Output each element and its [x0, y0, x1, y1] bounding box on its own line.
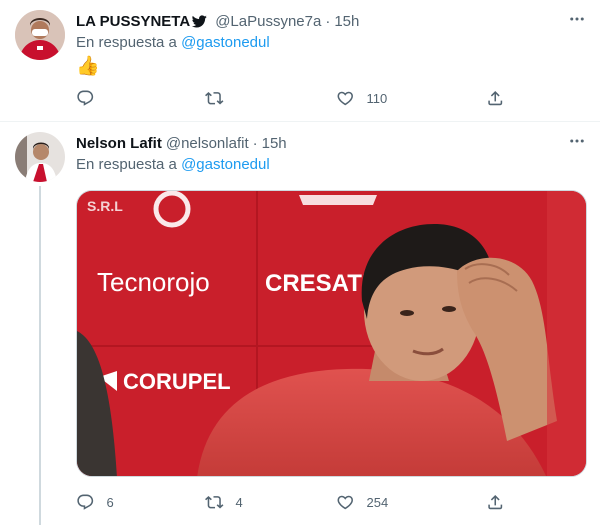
display-name[interactable]: Nelson Lafit: [76, 135, 162, 152]
sponsor-text: CORUPEL: [123, 369, 231, 394]
display-name[interactable]: LA PUSSYNETA: [76, 13, 190, 30]
user-handle[interactable]: @nelsonlafit: [166, 135, 249, 152]
reply-button[interactable]: 6: [76, 491, 114, 513]
more-dots-icon[interactable]: [566, 8, 588, 30]
sponsor-text: Tecnorojo: [97, 267, 210, 297]
retweet-arrows-icon: [205, 495, 224, 509]
retweet-arrows-icon: [205, 91, 224, 105]
thread-line: [39, 186, 41, 525]
retweet-button[interactable]: 4: [205, 491, 243, 513]
tweet-text: 👍: [76, 56, 100, 77]
separator-dot: ·: [325, 12, 331, 30]
reply-prefix: En respuesta a: [76, 156, 177, 173]
heart-icon: [337, 495, 353, 510]
tweet[interactable]: LA PUSSYNETA @LaPussyne7a · 15h En respu…: [0, 0, 600, 122]
avatar[interactable]: [15, 132, 65, 182]
like-button[interactable]: 110: [336, 87, 387, 109]
reply-context: En respuesta a @gastonedul: [76, 34, 270, 51]
reply-prefix: En respuesta a: [76, 34, 177, 51]
reply-context: En respuesta a @gastonedul: [76, 156, 270, 173]
tweet-photo[interactable]: S.R.L Tecnorojo CRESATI CORUPEL: [76, 190, 587, 477]
timestamp[interactable]: 15h: [334, 13, 359, 30]
avatar[interactable]: [15, 10, 65, 60]
retweet-button[interactable]: [205, 87, 236, 109]
reply-count: 6: [106, 494, 114, 510]
tweet-header: LA PUSSYNETA @LaPussyne7a · 15h: [76, 11, 359, 31]
like-count: 110: [366, 90, 388, 106]
timestamp[interactable]: 15h: [262, 135, 287, 152]
heart-icon: [337, 91, 353, 106]
separator-dot: ·: [252, 134, 258, 152]
mention-link[interactable]: @gastonedul: [181, 156, 270, 173]
bird-icon: [192, 14, 207, 28]
user-handle[interactable]: @LaPussyne7a: [215, 13, 321, 30]
retweet-count: 4: [235, 494, 243, 510]
like-count: 254: [366, 494, 389, 510]
tweet-actions: 6 4 254: [76, 491, 516, 513]
share-upload-icon: [488, 494, 503, 509]
speech-bubble-icon: [77, 494, 94, 510]
tweet-actions: 110: [76, 87, 516, 109]
mention-link[interactable]: @gastonedul: [181, 34, 270, 51]
tweet[interactable]: Nelson Lafit @nelsonlafit · 15h En respu…: [0, 122, 600, 525]
reply-button[interactable]: [76, 87, 107, 109]
sponsor-text: S.R.L: [87, 198, 123, 214]
speech-bubble-icon: [77, 90, 94, 106]
sponsor-text: CRESATI: [265, 270, 369, 297]
like-button[interactable]: 254: [336, 491, 388, 513]
share-upload-icon: [488, 90, 503, 105]
share-button[interactable]: [486, 491, 505, 513]
tweet-header: Nelson Lafit @nelsonlafit · 15h: [76, 133, 287, 153]
share-button[interactable]: [486, 87, 505, 109]
more-dots-icon[interactable]: [566, 130, 588, 152]
